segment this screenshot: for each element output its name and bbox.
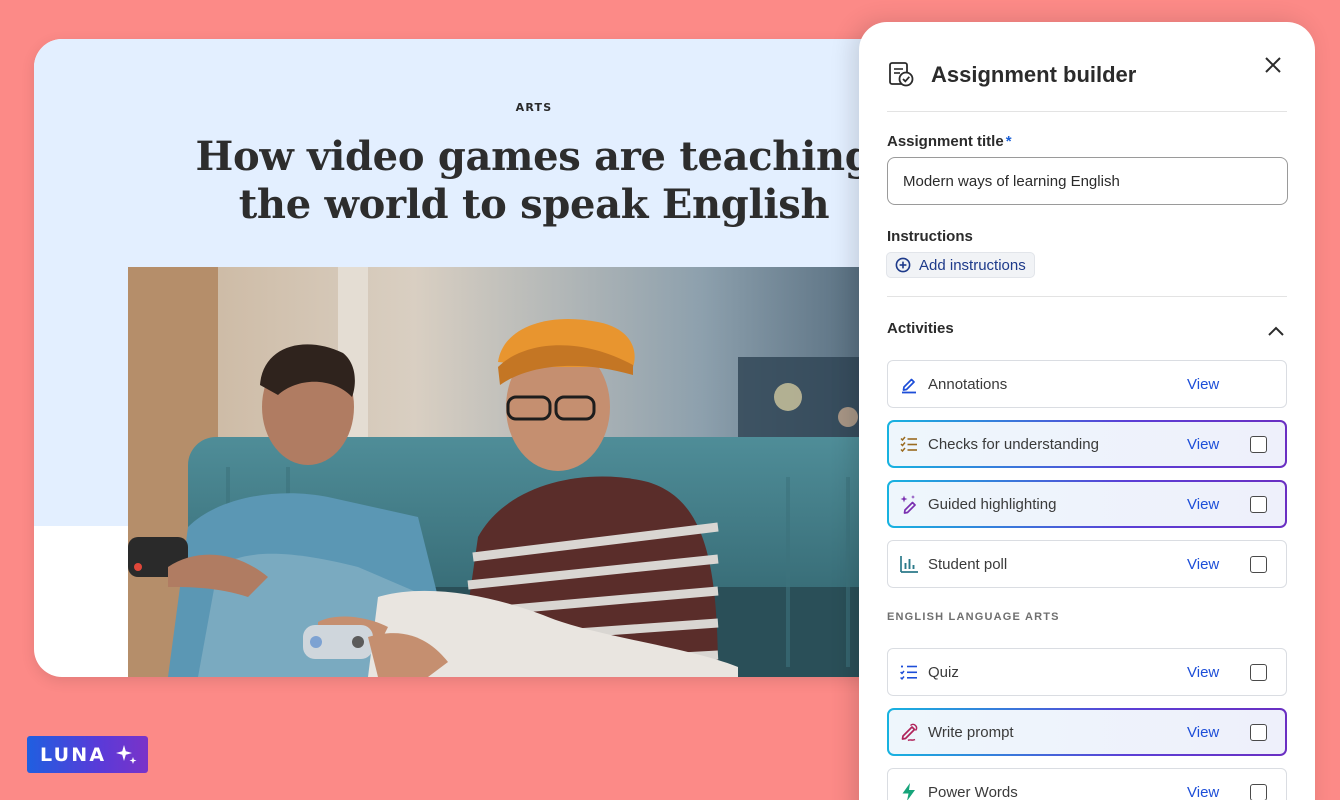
activity-label: Quiz [928,664,959,681]
activity-checkbox[interactable] [1250,436,1267,453]
view-link[interactable]: View [1187,784,1219,800]
assignment-builder-panel: Assignment builder Assignment title* Ins… [859,22,1315,800]
activities-section-header[interactable]: Activities [887,320,1287,344]
view-link[interactable]: View [1187,556,1219,573]
assignment-title-label: Assignment title * [887,133,1012,150]
activity-power-words[interactable]: Power Words View [887,768,1287,800]
activity-checkbox[interactable] [1250,496,1267,513]
required-marker: * [1005,133,1012,150]
activity-quiz[interactable]: Quiz View [887,648,1287,696]
plus-circle-icon [895,257,911,273]
activity-checkbox[interactable] [1250,724,1267,741]
sparkle-icon [116,745,137,764]
add-instructions-button[interactable]: Add instructions [886,252,1035,278]
activity-write-prompt[interactable]: Write prompt View [887,708,1287,756]
article-photo [128,267,934,677]
activity-checkbox[interactable] [1250,664,1267,681]
article-preview-card: ARTS How video games are teaching the wo… [34,39,934,677]
pen-highlight-icon [902,378,916,394]
activity-checkbox[interactable] [1250,784,1267,800]
view-link[interactable]: View [1187,496,1219,513]
chevron-up-icon[interactable] [1265,320,1287,342]
pen-write-icon [901,723,918,742]
view-link[interactable]: View [1187,664,1219,681]
article-title-line-1: How video games are teaching [195,133,873,180]
activity-label: Annotations [928,376,1008,393]
activity-label: Guided highlighting [928,496,1057,513]
instructions-label: Instructions [887,228,973,245]
checklist-icon [900,436,917,453]
activity-label: Student poll [928,556,1008,573]
article-category: ARTS [515,101,553,114]
activity-checkbox[interactable] [1250,556,1267,573]
header-divider [887,111,1287,112]
assignment-title-input[interactable] [887,157,1288,205]
bar-chart-icon [900,556,918,573]
lightning-icon [902,783,915,800]
view-link[interactable]: View [1187,376,1219,393]
photo-teens-playing-video-games [128,267,934,677]
article-title-line-2: the world to speak English [238,181,830,228]
ela-group-label: ENGLISH LANGUAGE ARTS [887,611,1060,623]
luna-logo: LUNA [27,736,148,773]
activity-label: Power Words [928,784,1018,800]
article-title: How video games are teaching the world t… [34,133,934,229]
add-instructions-label: Add instructions [919,256,1026,274]
close-icon[interactable] [1262,54,1284,76]
activity-label: Write prompt [928,724,1014,741]
luna-logo-text: LUNA [40,743,107,766]
activity-student-poll[interactable]: Student poll View [887,540,1287,588]
instructions-divider [887,296,1287,297]
panel-title: Assignment builder [931,62,1137,87]
view-link[interactable]: View [1187,724,1219,741]
activity-checks-for-understanding[interactable]: Checks for understanding View [887,420,1287,468]
view-link[interactable]: View [1187,436,1219,453]
activity-annotations[interactable]: Annotations View [887,360,1287,408]
activity-label: Checks for understanding [928,436,1099,453]
quiz-list-icon [900,665,917,681]
assignment-title-label-text: Assignment title [887,133,1004,150]
activity-guided-highlighting[interactable]: Guided highlighting View [887,480,1287,528]
activities-label: Activities [887,320,954,337]
sparkle-highlighter-icon [900,495,916,514]
assignment-check-icon [889,62,914,87]
panel-header: Assignment builder [887,58,1287,98]
